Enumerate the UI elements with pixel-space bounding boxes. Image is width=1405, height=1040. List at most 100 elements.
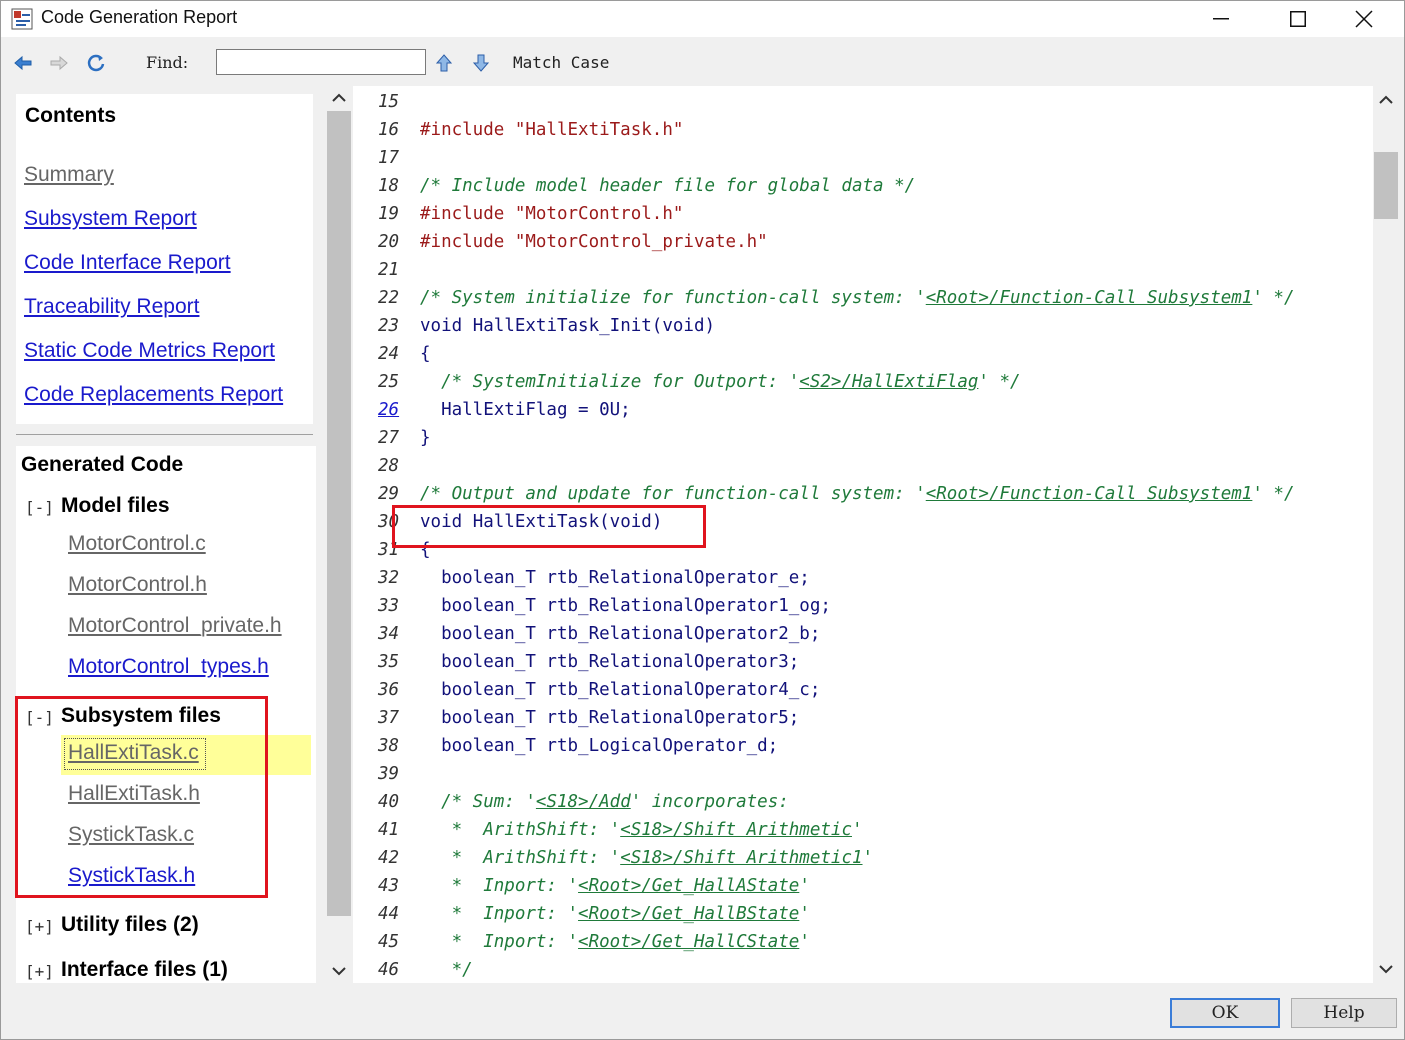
code-line: 20 #include "MotorControl_private.h" xyxy=(353,228,1373,256)
group-toggle-0[interactable]: [-] xyxy=(25,498,54,517)
code-token: /* Output and update for function-call s… xyxy=(420,484,926,504)
code-block-link[interactable]: <Root>/Get_HallAState xyxy=(578,876,799,896)
line-number: 35 xyxy=(378,652,400,672)
chevron-up-icon xyxy=(332,93,346,102)
code-block-link[interactable]: <S18>/Add xyxy=(536,792,631,812)
help-button[interactable]: Help xyxy=(1291,998,1397,1028)
code-block-link[interactable]: <Root>/Function-Call Subsystem1 xyxy=(926,484,1253,504)
code-line: 44 * Inport: '<Root>/Get_HallBState' xyxy=(353,900,1373,928)
code-source: boolean_T rtb_RelationalOperator1_og; xyxy=(420,592,831,620)
file-link-motorcontrol-types-h[interactable]: MotorControl_types.h xyxy=(68,655,269,679)
close-button[interactable] xyxy=(1327,1,1401,37)
code-source: #include "MotorControl.h" xyxy=(420,200,683,228)
code-block-link[interactable]: <S18>/Shift Arithmetic xyxy=(620,820,852,840)
line-number: 29 xyxy=(378,484,400,504)
line-number: 25 xyxy=(378,372,400,392)
left-scroll-down-button[interactable] xyxy=(327,959,351,983)
maximize-button[interactable] xyxy=(1261,1,1335,37)
code-token: } xyxy=(420,428,431,448)
code-line: 26 HallExtiFlag = 0U; xyxy=(353,396,1373,424)
refresh-button[interactable] xyxy=(86,53,106,73)
code-line: 22 /* System initialize for function-call… xyxy=(353,284,1373,312)
code-token: #include xyxy=(420,120,515,140)
line-number: 20 xyxy=(378,232,400,252)
contents-link-code-interface-report[interactable]: Code Interface Report xyxy=(24,251,231,275)
group-toggle-3[interactable]: [+] xyxy=(25,962,54,981)
back-button[interactable] xyxy=(13,53,33,73)
code-source: boolean_T rtb_RelationalOperator4_c; xyxy=(420,676,820,704)
code-line: 40 /* Sum: '<S18>/Add' incorporates: xyxy=(353,788,1373,816)
code-block-link[interactable]: <Root>/Function-Call Subsystem1 xyxy=(926,288,1253,308)
group-label-model-files[interactable]: Model files xyxy=(61,494,170,518)
code-source: /* Include model header file for global … xyxy=(420,172,915,200)
code-scroll-up-button[interactable] xyxy=(1374,88,1398,112)
code-line: 32 boolean_T rtb_RelationalOperator_e; xyxy=(353,564,1373,592)
code-line: 29 /* Output and update for function-call… xyxy=(353,480,1373,508)
code-block-link[interactable]: <S18>/Shift Arithmetic1 xyxy=(620,848,862,868)
file-link-motorcontrol-c[interactable]: MotorControl.c xyxy=(68,532,206,556)
group-toggle-2[interactable]: [+] xyxy=(25,917,54,936)
line-number[interactable]: 26 xyxy=(378,396,418,424)
line-number: 43 xyxy=(378,876,400,896)
match-case-toggle[interactable]: Match Case xyxy=(513,53,609,72)
line-number: 32 xyxy=(378,568,400,588)
line-number: 38 xyxy=(378,736,400,756)
code-token: * Inport: ' xyxy=(420,932,579,952)
code-source: boolean_T rtb_RelationalOperator3; xyxy=(420,648,799,676)
maximize-icon xyxy=(1290,11,1306,27)
left-scrollbar[interactable] xyxy=(327,86,351,983)
code-source: * Inport: '<Root>/Get_HallCState' xyxy=(420,928,810,956)
find-next-button[interactable] xyxy=(471,53,491,73)
code-source: * Inport: '<Root>/Get_HallAState' xyxy=(420,872,810,900)
code-line: 23 void HallExtiTask_Init(void) xyxy=(353,312,1373,340)
file-link-motorcontrol-private-h[interactable]: MotorControl_private.h xyxy=(68,614,282,638)
code-source: #include "MotorControl_private.h" xyxy=(420,228,768,256)
code-block-link[interactable]: <Root>/Get_HallBState xyxy=(578,904,799,924)
code-scrollbar[interactable] xyxy=(1373,86,1399,983)
find-previous-button[interactable] xyxy=(434,53,454,73)
code-line: 21 xyxy=(353,256,1373,284)
code-source: /* System initialize for function-call s… xyxy=(420,284,1295,312)
code-line: 18 /* Include model header file for globa… xyxy=(353,172,1373,200)
group-label-interface-files-1-[interactable]: Interface files (1) xyxy=(61,958,228,982)
contents-link-subsystem-report[interactable]: Subsystem Report xyxy=(24,207,197,231)
contents-link-static-code-metrics-report[interactable]: Static Code Metrics Report xyxy=(24,339,275,363)
code-source: { xyxy=(420,340,431,368)
contents-link-traceability-report[interactable]: Traceability Report xyxy=(24,295,199,319)
line-number: 40 xyxy=(378,792,400,812)
line-number: 16 xyxy=(378,120,400,140)
panel-divider xyxy=(16,434,313,435)
find-input[interactable] xyxy=(216,49,426,75)
code-token: ' xyxy=(851,820,863,840)
line-number: 24 xyxy=(378,344,400,364)
code-token: { xyxy=(420,344,431,364)
code-token: boolean_T rtb_RelationalOperator_e; xyxy=(420,568,810,588)
window-title: Code Generation Report xyxy=(41,7,238,27)
code-token: * ArithShift: ' xyxy=(420,820,621,840)
find-label: Find: xyxy=(146,53,189,72)
code-source: boolean_T rtb_RelationalOperator_e; xyxy=(420,564,810,592)
left-scroll-thumb[interactable] xyxy=(327,111,351,916)
arrow-down-icon xyxy=(473,54,489,72)
chevron-down-icon xyxy=(1379,965,1393,974)
ok-button[interactable]: OK xyxy=(1170,998,1280,1028)
contents-link-code-replacements-report[interactable]: Code Replacements Report xyxy=(24,383,283,407)
minimize-button[interactable] xyxy=(1184,1,1258,37)
file-link-motorcontrol-h[interactable]: MotorControl.h xyxy=(68,573,207,597)
code-source: boolean_T rtb_RelationalOperator2_b; xyxy=(420,620,820,648)
code-source: #include "HallExtiTask.h" xyxy=(420,116,683,144)
group-label-utility-files-2-[interactable]: Utility files (2) xyxy=(61,913,199,937)
contents-link-summary[interactable]: Summary xyxy=(24,163,114,187)
code-scroll-thumb[interactable] xyxy=(1374,152,1398,219)
line-number: 41 xyxy=(378,820,400,840)
left-scroll-up-button[interactable] xyxy=(327,86,351,110)
line-number: 15 xyxy=(378,92,400,112)
line-number: 18 xyxy=(378,176,400,196)
code-token: #include xyxy=(420,204,515,224)
code-block-link[interactable]: <Root>/Get_HallCState xyxy=(578,932,799,952)
forward-button[interactable] xyxy=(49,53,69,73)
code-scroll-down-button[interactable] xyxy=(1374,957,1398,981)
code-block-link[interactable]: <S2>/HallExtiFlag xyxy=(799,372,978,392)
code-line: 35 boolean_T rtb_RelationalOperator3; xyxy=(353,648,1373,676)
code-token: /* Include model header file for global … xyxy=(420,176,916,196)
